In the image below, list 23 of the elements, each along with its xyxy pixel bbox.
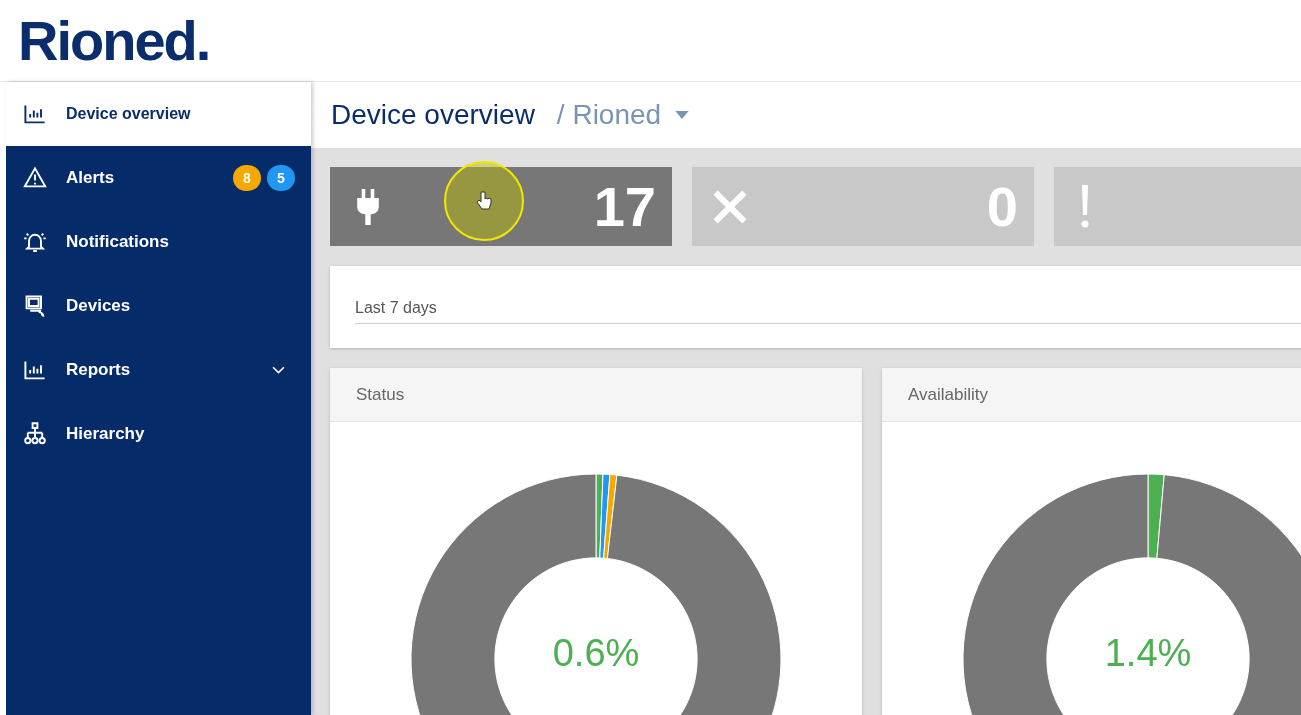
panel-title: Availability xyxy=(908,384,988,405)
sidebar-item[interactable]: Reports xyxy=(6,338,311,402)
page-title: Device overview xyxy=(331,99,535,131)
status-tile[interactable] xyxy=(1054,167,1301,246)
tile-count: 17 xyxy=(593,174,656,239)
panel-title: Status xyxy=(356,384,405,405)
date-range-field[interactable]: Last 7 days xyxy=(355,295,1301,324)
warning-icon xyxy=(22,166,48,190)
logo: Rioned. xyxy=(18,8,210,73)
sidebar-item[interactable]: Hierarchy xyxy=(6,402,311,466)
sidebar-item[interactable]: Devices xyxy=(6,274,311,338)
close-icon xyxy=(712,188,748,225)
sidebar-item[interactable]: Notifications xyxy=(6,210,311,274)
count-badge: 5 xyxy=(267,165,295,191)
sidebar-item[interactable]: Alerts 8 5 xyxy=(6,146,311,210)
caret-icon xyxy=(675,111,690,119)
sidebar-item[interactable]: Device overview xyxy=(6,82,311,146)
exclamation-icon xyxy=(1080,184,1090,229)
bell-icon xyxy=(22,230,48,254)
percentage-value: 1.4% xyxy=(1103,632,1193,675)
percentage-value: 0.6% xyxy=(551,632,641,675)
hierarchy-icon xyxy=(22,422,48,446)
count-badge: 8 xyxy=(233,165,261,191)
